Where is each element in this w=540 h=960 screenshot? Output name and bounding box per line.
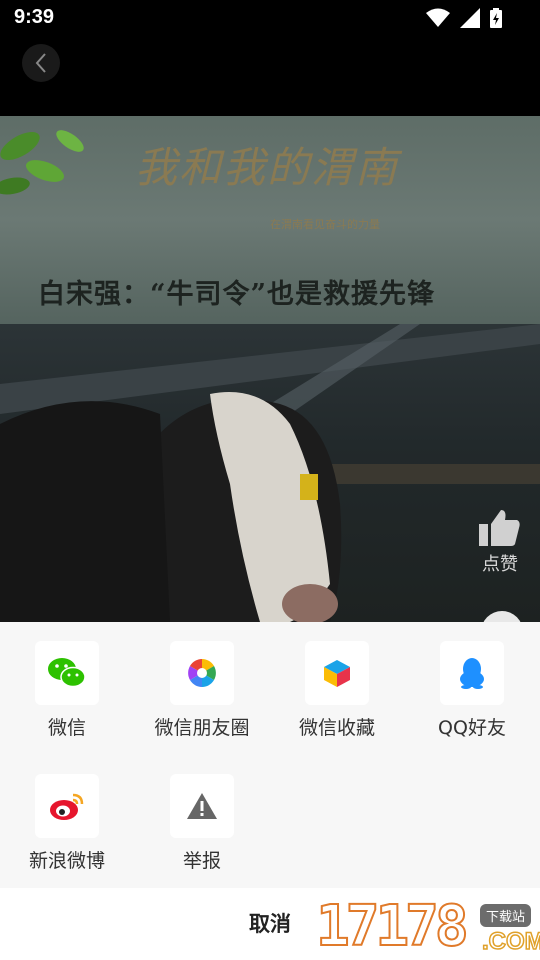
wechat-icon xyxy=(48,658,86,688)
share-icon-box xyxy=(35,774,99,838)
qq-icon xyxy=(460,658,484,689)
like-label: 点赞 xyxy=(482,554,518,575)
share-favorites[interactable]: 微信收藏 xyxy=(272,641,402,740)
report-button[interactable]: 举报 xyxy=(137,774,267,873)
share-moments[interactable]: 微信朋友圈 xyxy=(137,641,267,740)
video-headline: 白宋强：“牛司令”也是救援先锋 xyxy=(38,279,436,310)
calligraphy-subtitle: 在渭南看见奋斗的力量 xyxy=(270,218,380,231)
report-icon xyxy=(187,793,217,819)
share-icon-box xyxy=(440,641,504,705)
share-label: 微信收藏 xyxy=(298,717,375,739)
wifi-icon xyxy=(426,8,450,27)
share-sheet: 微信 微信朋友圈 微信收藏 QQ好友 新浪微博 举报 xyxy=(0,622,540,888)
video-banner: 我和我的渭南 在渭南看见奋斗的力量 白宋强：“牛司令”也是救援先锋 xyxy=(0,116,540,324)
watermark-tag: 下载站 xyxy=(480,904,532,927)
signal-icon xyxy=(460,8,480,28)
share-label: 新浪微博 xyxy=(28,850,105,872)
share-icon-box xyxy=(305,641,369,705)
like-button[interactable]: 点赞 xyxy=(474,508,526,576)
video-scene xyxy=(0,324,540,622)
share-icon-box xyxy=(35,641,99,705)
share-label: 微信朋友圈 xyxy=(154,717,250,739)
share-icon-box xyxy=(170,641,234,705)
share-weibo[interactable]: 新浪微博 xyxy=(2,774,132,873)
share-label: QQ好友 xyxy=(438,717,506,739)
chevron-left-icon xyxy=(35,53,46,73)
share-label: 举报 xyxy=(182,850,221,872)
share-wechat[interactable]: 微信 xyxy=(2,641,132,740)
share-qq[interactable]: QQ好友 xyxy=(407,641,537,740)
calligraphy-title: 我和我的渭南 xyxy=(135,143,400,192)
back-button[interactable] xyxy=(22,44,60,82)
share-icon-box xyxy=(170,774,234,838)
watermark-logo: 17178 下载站 .COM xyxy=(315,893,540,960)
watermark-digits: 17178 xyxy=(315,893,470,960)
weibo-icon xyxy=(50,793,84,820)
moments-icon xyxy=(188,659,216,687)
share-label: 微信 xyxy=(47,717,86,739)
watermark-domain: .COM xyxy=(481,927,540,956)
status-icons xyxy=(426,8,502,28)
cow-scene-image xyxy=(0,324,540,622)
video-player[interactable]: 我和我的渭南 在渭南看见奋斗的力量 白宋强：“牛司令”也是救援先锋 xyxy=(0,116,540,622)
status-time: 9:39 xyxy=(14,6,55,28)
status-bar: 9:39 xyxy=(0,0,540,36)
battery-icon xyxy=(490,8,502,28)
favorites-icon xyxy=(324,660,350,687)
thumbs-up-icon xyxy=(479,510,520,546)
leaves-decoration xyxy=(0,130,84,195)
